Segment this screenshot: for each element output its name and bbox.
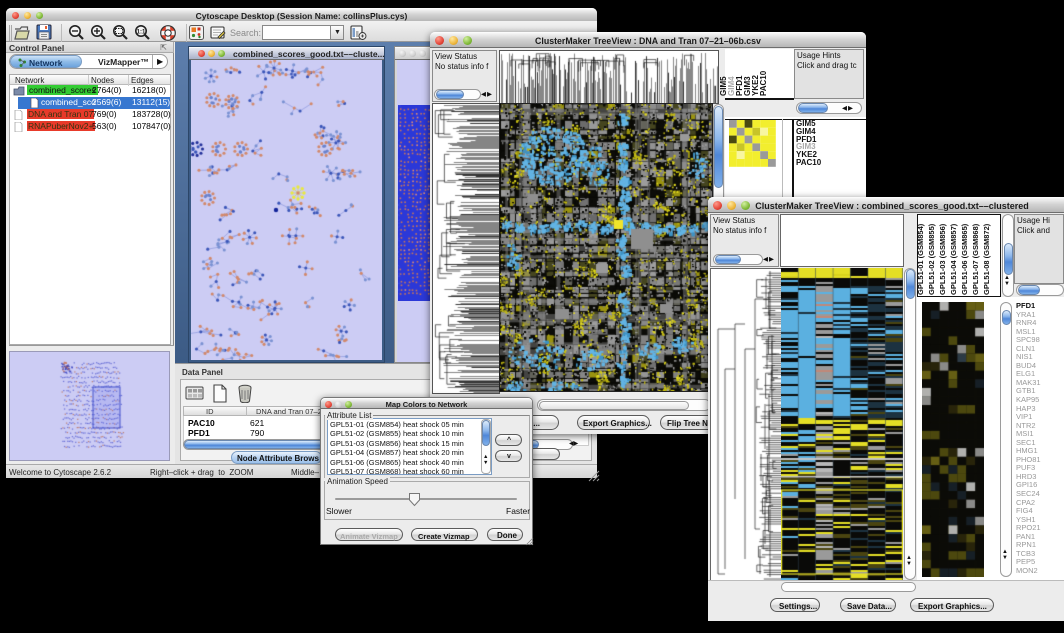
svg-text:1:1: 1:1 — [137, 30, 146, 36]
